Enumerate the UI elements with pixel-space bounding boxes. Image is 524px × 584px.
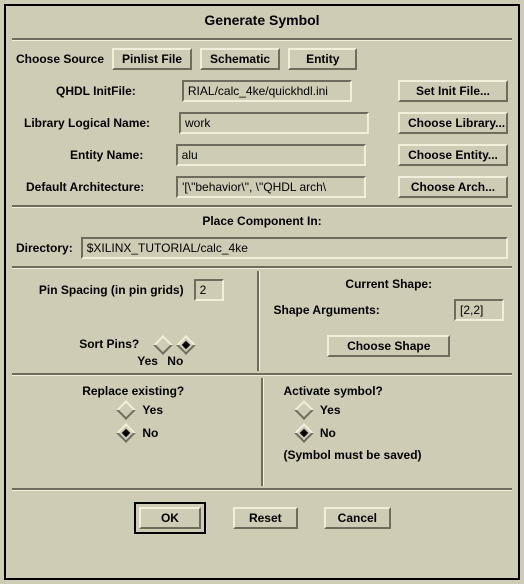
replace-activate-section: Replace existing? Yes No Activate symbol… xyxy=(6,378,518,486)
activate-no-label: No xyxy=(320,426,336,440)
entity-label: Entity Name: xyxy=(70,148,143,162)
shape-args-row: Shape Arguments: xyxy=(274,299,505,321)
choose-arch-button[interactable]: Choose Arch... xyxy=(398,176,508,198)
ok-button[interactable]: OK xyxy=(139,507,201,529)
pinlist-file-button[interactable]: Pinlist File xyxy=(112,48,192,70)
choose-entity-button[interactable]: Choose Entity... xyxy=(398,144,508,166)
entity-button[interactable]: Entity xyxy=(288,48,357,70)
sort-pins-no-label: No xyxy=(167,354,183,368)
library-name-input[interactable] xyxy=(179,112,369,134)
pin-spacing-row: Pin Spacing (in pin grids) xyxy=(16,279,247,301)
arch-label: Default Architecture: xyxy=(26,180,144,194)
activate-yes-radio[interactable] xyxy=(294,400,314,420)
shape-col: Current Shape: Shape Arguments: Choose S… xyxy=(260,271,519,371)
sort-pins-yes-label: Yes xyxy=(137,354,158,368)
replace-no-radio[interactable] xyxy=(116,423,136,443)
choose-library-button[interactable]: Choose Library... xyxy=(398,112,508,134)
activate-no-row: No xyxy=(274,421,509,444)
replace-yes-row: Yes xyxy=(16,398,251,421)
pin-spacing-input[interactable] xyxy=(194,279,224,301)
divider xyxy=(12,373,512,376)
choose-source-label: Choose Source xyxy=(16,52,104,66)
reset-button[interactable]: Reset xyxy=(233,507,298,529)
directory-input[interactable] xyxy=(81,237,508,259)
sort-pins-no-radio[interactable] xyxy=(176,335,196,355)
sort-pins-row: Sort Pins? Yes No xyxy=(16,321,247,352)
activate-yes-row: Yes xyxy=(274,398,509,421)
entity-row: Entity Name: Choose Entity... xyxy=(6,139,518,171)
pin-spacing-label: Pin Spacing (in pin grids) xyxy=(39,283,184,297)
set-init-file-button[interactable]: Set Init File... xyxy=(398,80,508,102)
dialog-frame: Generate Symbol Choose Source Pinlist Fi… xyxy=(4,4,520,580)
activate-note: (Symbol must be saved) xyxy=(274,444,509,466)
activate-col: Activate symbol? Yes No (Symbol must be … xyxy=(264,378,519,486)
directory-label: Directory: xyxy=(16,241,73,255)
divider xyxy=(12,38,512,41)
replace-yes-label: Yes xyxy=(142,403,163,417)
choose-source-row: Choose Source Pinlist File Schematic Ent… xyxy=(6,43,518,75)
activate-yes-label: Yes xyxy=(320,403,341,417)
replace-yes-radio[interactable] xyxy=(116,400,136,420)
qhdl-row: QHDL InitFile: Set Init File... xyxy=(6,75,518,107)
choose-shape-button[interactable]: Choose Shape xyxy=(327,335,450,357)
qhdl-initfile-input[interactable] xyxy=(182,80,352,102)
activate-no-radio[interactable] xyxy=(294,423,314,443)
default-arch-input[interactable] xyxy=(176,176,366,198)
cancel-button[interactable]: Cancel xyxy=(324,507,391,529)
sort-pins-yes-radio[interactable] xyxy=(153,335,173,355)
activate-heading: Activate symbol? xyxy=(274,384,509,398)
replace-no-row: No xyxy=(16,421,251,444)
pin-spacing-col: Pin Spacing (in pin grids) Sort Pins? Ye… xyxy=(6,271,257,371)
divider xyxy=(12,266,512,269)
divider xyxy=(12,205,512,208)
shape-args-label: Shape Arguments: xyxy=(274,303,380,317)
window-title: Generate Symbol xyxy=(6,6,518,36)
library-label: Library Logical Name: xyxy=(24,116,150,130)
dialog-buttons: OK Reset Cancel xyxy=(6,493,518,543)
entity-name-input[interactable] xyxy=(176,144,366,166)
library-row: Library Logical Name: Choose Library... xyxy=(6,107,518,139)
divider xyxy=(12,488,512,491)
replace-heading: Replace existing? xyxy=(16,384,251,398)
current-shape-heading: Current Shape: xyxy=(274,277,505,291)
choose-shape-row: Choose Shape xyxy=(274,335,505,357)
shape-args-input[interactable] xyxy=(454,299,504,321)
qhdl-label: QHDL InitFile: xyxy=(56,84,136,98)
pins-shape-section: Pin Spacing (in pin grids) Sort Pins? Ye… xyxy=(6,271,518,371)
replace-col: Replace existing? Yes No xyxy=(6,378,261,486)
place-component-heading: Place Component In: xyxy=(6,210,518,232)
schematic-button[interactable]: Schematic xyxy=(200,48,280,70)
replace-no-label: No xyxy=(142,426,158,440)
directory-row: Directory: xyxy=(6,232,518,264)
sort-pins-label: Sort Pins? xyxy=(79,337,139,351)
arch-row: Default Architecture: Choose Arch... xyxy=(6,171,518,203)
